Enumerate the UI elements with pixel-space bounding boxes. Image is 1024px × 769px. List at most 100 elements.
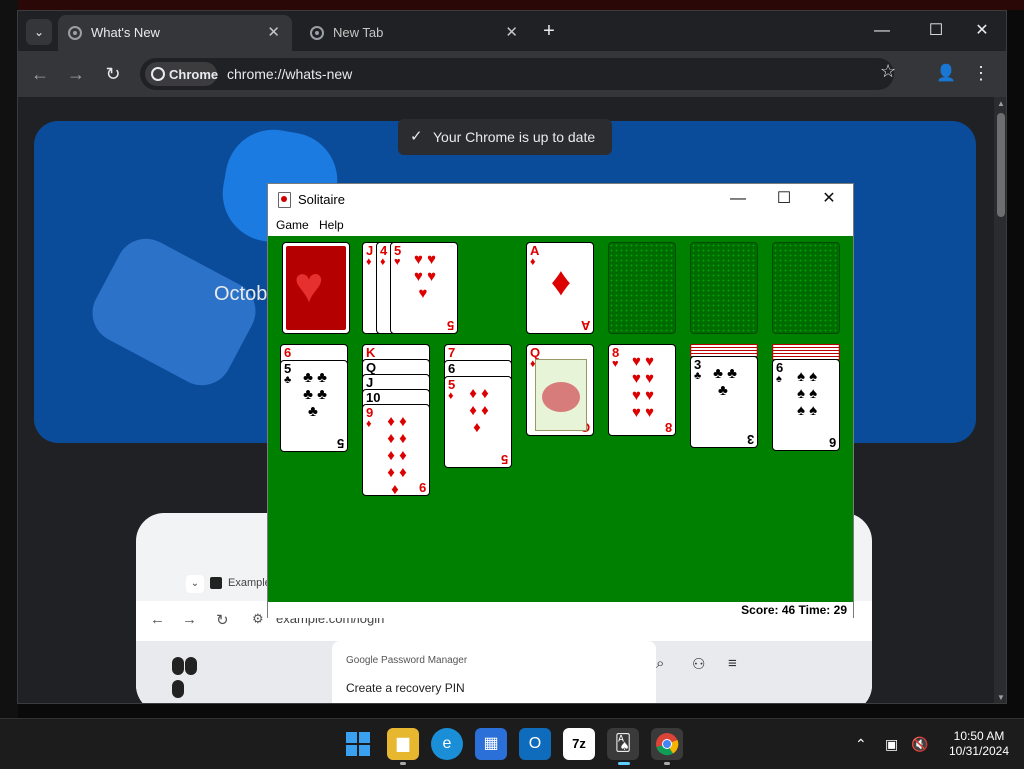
preview-tab-label: Example bbox=[228, 577, 271, 589]
menu-kebab-icon[interactable]: ⋮ bbox=[972, 63, 990, 84]
chrome-icon[interactable] bbox=[651, 728, 683, 760]
scroll-up-icon[interactable]: ▲ bbox=[996, 99, 1006, 108]
tab-search-button[interactable]: ⌄ bbox=[26, 19, 52, 45]
playing-card[interactable]: 3 ♣ 3 ♣ ♣ ♣ bbox=[690, 356, 758, 448]
reload-button[interactable]: ↻ bbox=[101, 62, 125, 86]
foundation-slot[interactable] bbox=[772, 242, 840, 334]
card-pips: ♦ ♦ ♦ ♦ ♦ bbox=[469, 385, 489, 436]
card-suit: ♦ bbox=[380, 256, 386, 268]
solitaire-window: Solitaire — ☐ ✕ Game Help J♦4♦5♥5♥ ♥ ♥ ♥… bbox=[267, 183, 854, 618]
card-rank-bottom: A bbox=[580, 318, 590, 333]
foundation-slot[interactable] bbox=[608, 242, 676, 334]
person-icon: ⚇ bbox=[692, 656, 706, 673]
card-rank-bottom: 5 bbox=[336, 436, 344, 451]
password-manager-card: Google Password Manager Create a recover… bbox=[332, 641, 656, 703]
window-title: Solitaire bbox=[298, 192, 345, 207]
site-info-chip[interactable]: Chrome bbox=[145, 62, 219, 86]
reload-icon: ↻ bbox=[216, 612, 229, 629]
scroll-thumb[interactable] bbox=[997, 113, 1005, 217]
playing-card[interactable]: A ♦ A ♦ bbox=[526, 242, 594, 334]
minimize-button[interactable]: — bbox=[862, 19, 902, 43]
chrome-favicon-icon bbox=[310, 26, 324, 40]
tab-label: New Tab bbox=[333, 25, 384, 40]
hamburger-icon: ≡ bbox=[728, 655, 737, 672]
playing-card[interactable]: 5 ♣ 5 ♣ ♣ ♣ ♣ ♣ bbox=[280, 360, 348, 452]
minimize-button[interactable]: — bbox=[718, 188, 758, 210]
game-table: J♦4♦5♥5♥ ♥ ♥ ♥ ♥ A♦A♦6♥5♣5♣ ♣ ♣ ♣ ♣ K♦Q♠… bbox=[268, 236, 853, 602]
forward-arrow-icon: → bbox=[182, 611, 197, 628]
card-suit: ♠ bbox=[776, 373, 782, 385]
card-suit: ♦ bbox=[366, 418, 372, 430]
maximize-button[interactable]: ☐ bbox=[916, 19, 956, 43]
solitaire-app-icon bbox=[278, 192, 291, 208]
card-pips: ♦ ♦ ♦ ♦ ♦ ♦ ♦ ♦ ♦ bbox=[387, 413, 407, 496]
card-pips: ♣ ♣ ♣ bbox=[713, 365, 737, 399]
solitaire-menubar: Game Help bbox=[268, 214, 853, 236]
url-text[interactable]: chrome://whats-new bbox=[227, 66, 352, 82]
7zip-icon[interactable]: 7z bbox=[563, 728, 595, 760]
site-favicon-icon bbox=[210, 577, 222, 589]
close-tab-icon[interactable]: ✕ bbox=[267, 23, 280, 41]
clock[interactable]: 10:50 AM 10/31/2024 bbox=[940, 729, 1018, 759]
new-tab-button[interactable]: + bbox=[538, 20, 560, 42]
hero-text: Octob bbox=[214, 283, 268, 305]
outlook-icon[interactable]: O bbox=[519, 728, 551, 760]
stock-pile[interactable] bbox=[282, 242, 350, 334]
clock-date: 10/31/2024 bbox=[948, 744, 1010, 758]
forward-button[interactable]: → bbox=[64, 62, 88, 86]
close-window-button[interactable]: ✕ bbox=[962, 19, 1002, 43]
card-rank-bottom: 5 bbox=[500, 452, 508, 467]
close-tab-icon[interactable]: ✕ bbox=[505, 23, 518, 41]
clock-time: 10:50 AM bbox=[953, 729, 1005, 743]
toast-text: Your Chrome is up to date bbox=[433, 129, 596, 145]
maximize-button[interactable]: ☐ bbox=[764, 188, 804, 210]
back-arrow-icon: ← bbox=[150, 611, 165, 628]
site-chip-label: Chrome bbox=[169, 67, 219, 82]
card-brand: Google Password Manager bbox=[346, 655, 468, 666]
foundation-slot[interactable] bbox=[690, 242, 758, 334]
network-icon[interactable]: ▣ bbox=[885, 736, 898, 753]
playing-card[interactable]: Q♦Q bbox=[526, 344, 594, 436]
hero-shape bbox=[81, 228, 267, 396]
bookmark-star-icon[interactable]: ☆ bbox=[880, 61, 896, 82]
solitaire-icon[interactable]: 🂡 bbox=[607, 728, 639, 760]
preview-page: ⌕ ⚇ ≡ Google Password Manager Create a r… bbox=[136, 641, 872, 703]
back-button[interactable]: ← bbox=[28, 62, 52, 86]
file-explorer-icon[interactable]: ▆ bbox=[387, 728, 419, 760]
score-time: Score: 46 Time: 29 bbox=[741, 603, 847, 617]
start-icon[interactable] bbox=[342, 728, 374, 760]
close-window-button[interactable]: ✕ bbox=[809, 188, 849, 210]
card-suit: ♥ bbox=[612, 358, 619, 370]
card-suit: ♣ bbox=[694, 370, 702, 382]
volume-muted-icon[interactable]: 🔇 bbox=[911, 736, 928, 753]
chevron-up-icon[interactable]: ⌃ bbox=[855, 736, 867, 753]
menu-game[interactable]: Game bbox=[276, 218, 309, 232]
playing-card[interactable]: 6 ♠ 6 ♠ ♠ ♠ ♠ ♠ ♠ bbox=[772, 359, 840, 451]
playing-card[interactable]: 8 ♥ 8 ♥ ♥ ♥ ♥ ♥ ♥ ♥ ♥ bbox=[608, 344, 676, 436]
scroll-down-icon[interactable]: ▼ bbox=[996, 693, 1006, 702]
checkmark-icon: ✓ bbox=[410, 128, 423, 145]
tab-new-tab[interactable]: New Tab ✕ bbox=[300, 15, 530, 51]
card-suit: ♦ bbox=[448, 390, 454, 402]
profile-icon[interactable]: 👤 bbox=[936, 65, 956, 83]
update-toast: ✓ Your Chrome is up to date bbox=[398, 119, 612, 155]
page-scrollbar[interactable]: ▲ ▼ bbox=[994, 97, 1006, 703]
tab-whats-new[interactable]: What's New ✕ bbox=[58, 15, 292, 51]
solitaire-titlebar[interactable]: Solitaire — ☐ ✕ bbox=[268, 184, 853, 214]
browser-toolbar: ← → ↻ Chrome chrome://whats-new ☆ 👤 ⋮ bbox=[18, 51, 1006, 97]
store-icon[interactable]: ▦ bbox=[475, 728, 507, 760]
playing-card[interactable]: 9 ♦ 9 ♦ ♦ ♦ ♦ ♦ ♦ ♦ ♦ ♦ bbox=[362, 404, 430, 496]
desktop-left-edge bbox=[0, 0, 18, 718]
edge-icon[interactable]: e bbox=[431, 728, 463, 760]
card-heading: Create a recovery PIN bbox=[346, 681, 465, 695]
address-bar[interactable]: Chrome chrome://whats-new bbox=[140, 58, 894, 90]
search-icon: ⌕ bbox=[656, 655, 665, 672]
running-indicator bbox=[664, 762, 670, 765]
menu-help[interactable]: Help bbox=[319, 218, 344, 232]
card-pips: ♠ ♠ ♠ ♠ ♠ ♠ bbox=[796, 368, 818, 419]
tab-strip: ⌄ What's New ✕ New Tab ✕ + — ☐ ✕ bbox=[18, 11, 1006, 51]
playing-card[interactable]: 5 ♦ 5 ♦ ♦ ♦ ♦ ♦ bbox=[444, 376, 512, 468]
site-logo bbox=[172, 657, 210, 698]
playing-card[interactable]: 5 ♥ 5 ♥ ♥ ♥ ♥ ♥ bbox=[390, 242, 458, 334]
card-pips: ♣ ♣ ♣ ♣ ♣ bbox=[303, 369, 327, 420]
